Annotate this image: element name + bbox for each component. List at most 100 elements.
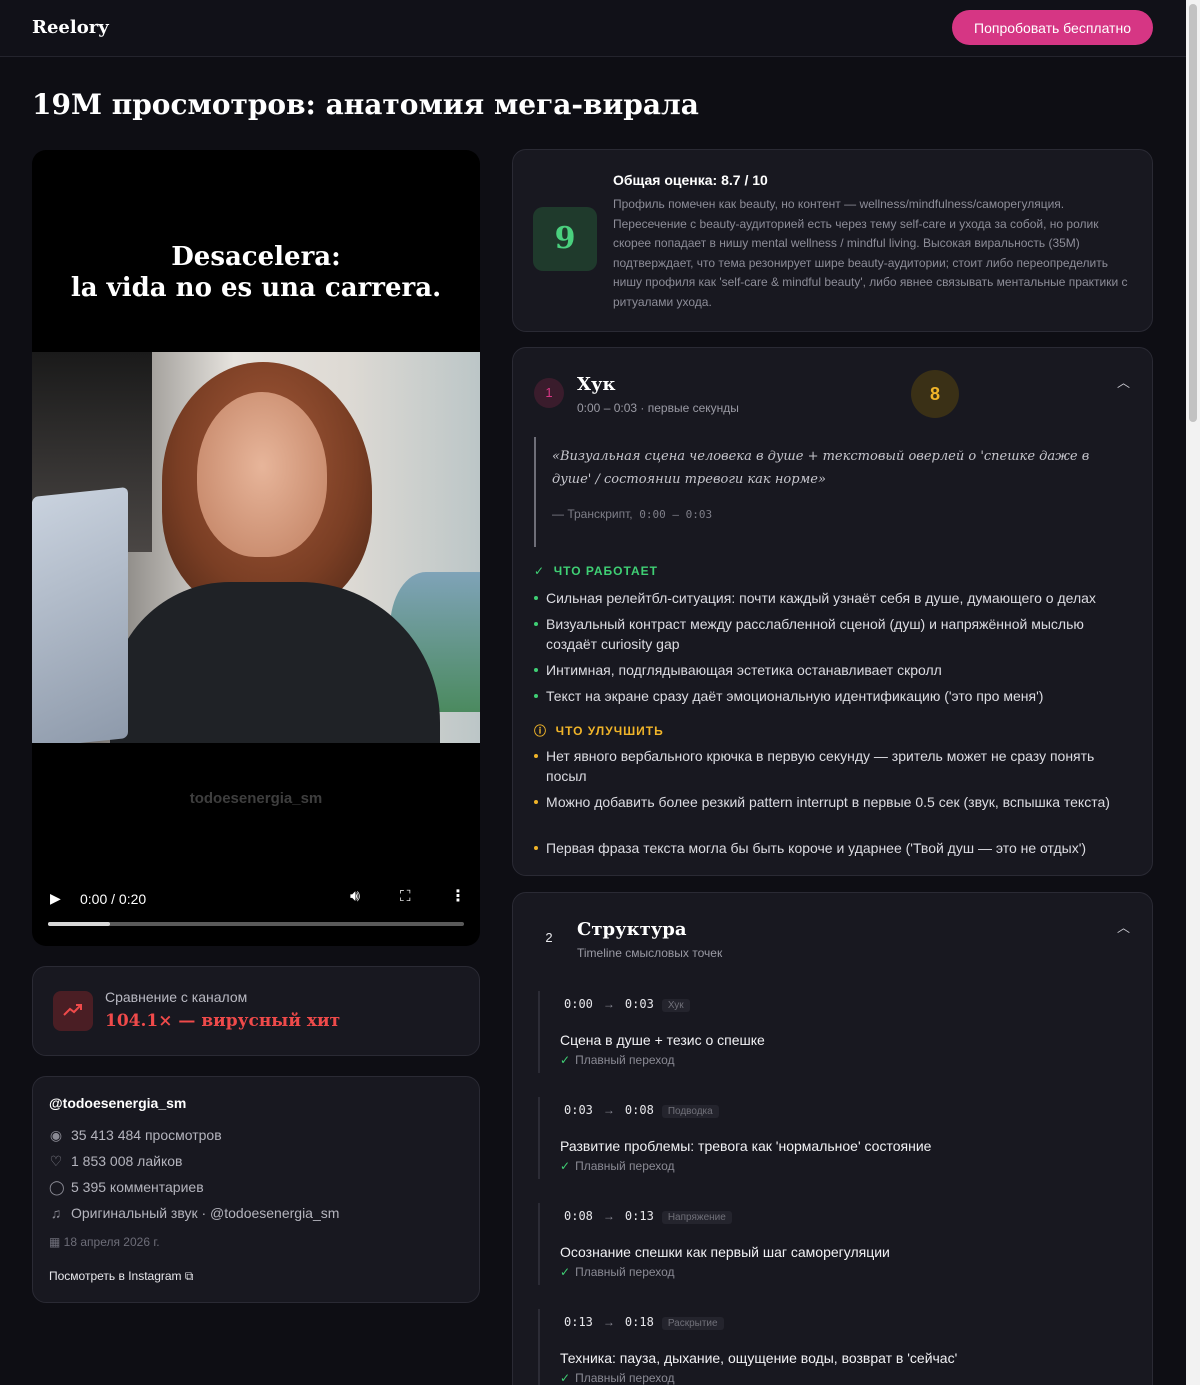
list-item: Визуальный контраст между расслабленной … xyxy=(534,614,1134,654)
section-subtitle: 0:00 – 0:03 · первые секунды xyxy=(577,401,739,415)
publish-date: ▦ 18 апреля 2026 г. xyxy=(49,1235,160,1249)
channel-comparison-card: Сравнение с каналом 104.1× — вирусный хи… xyxy=(32,966,480,1056)
timeline-tag: Раскрытие xyxy=(661,1317,724,1330)
video-progress-fill xyxy=(48,922,111,926)
chevron-up-icon[interactable]: ︿ xyxy=(1117,917,1130,936)
timeline-item-title: Техника: пауза, дыхание, ощущение воды, … xyxy=(560,1350,958,1366)
timeline-times: 0:00 → 0:03 Хук xyxy=(564,997,690,1012)
frame-person-face xyxy=(197,392,327,557)
time-to: 0:03 xyxy=(624,997,654,1011)
warning-icon: ⓘ xyxy=(534,724,556,738)
timeline-tag: Подводка xyxy=(661,1105,719,1118)
timeline-transition: ✓ Плавный переход xyxy=(560,1053,675,1067)
frame-person-body xyxy=(110,582,440,743)
timeline-transition: ✓ Плавный переход xyxy=(560,1159,675,1173)
timeline-line xyxy=(538,1097,540,1179)
time-to: 0:13 xyxy=(624,1209,654,1223)
timeline-line xyxy=(538,1309,540,1385)
timeline-tag: Напряжение xyxy=(661,1211,732,1224)
play-icon[interactable]: ▶ xyxy=(50,890,64,906)
video-frame xyxy=(32,352,480,743)
video-caption: Desacelera: la vida no es una carrera. xyxy=(32,242,480,304)
check-icon: ✓ xyxy=(560,1159,571,1173)
comparison-label: Сравнение с каналом xyxy=(105,989,248,1005)
transition-label: Плавный переход xyxy=(575,1053,675,1067)
profile-card: @todoesenergia_sm ◉ 35 413 484 просмотров… xyxy=(32,1076,480,1303)
timeline-tag: Хук xyxy=(661,999,690,1012)
profile-handle[interactable]: @todoesenergia_sm xyxy=(49,1095,186,1111)
more-icon[interactable]: ⋮ xyxy=(450,886,466,906)
video-player[interactable]: Desacelera: la vida no es una carrera. t… xyxy=(32,150,480,946)
quote-source-label: — Транскрипт, xyxy=(552,507,633,521)
timeline-line xyxy=(538,991,540,1073)
quote-text: «Визуальная сцена человека в душе + текс… xyxy=(552,449,1090,487)
time-from: 0:00 xyxy=(564,997,593,1011)
likes-stat: ♡ 1 853 008 лайков xyxy=(49,1153,183,1170)
calendar-icon: ▦ xyxy=(49,1235,64,1249)
section-title: Структура xyxy=(577,919,687,940)
likes-value: 1 853 008 лайков xyxy=(71,1153,183,1169)
hook-score-badge: 8 xyxy=(911,370,959,418)
top-bar: Reelory Попробовать бесплатно xyxy=(0,0,1200,57)
comments-value: 5 395 комментариев xyxy=(71,1179,204,1195)
external-link-icon[interactable]: ⧉ xyxy=(185,1269,194,1283)
overall-score-title: Общая оценка: 8.7 / 10 xyxy=(613,172,768,188)
comments-stat: ◯ 5 395 комментариев xyxy=(49,1179,204,1196)
what-works-heading: ✓ ЧТО РАБОТАЕТ xyxy=(534,564,658,578)
views-stat: ◉ 35 413 484 просмотров xyxy=(49,1127,222,1144)
time-from: 0:13 xyxy=(564,1315,593,1329)
transition-label: Плавный переход xyxy=(575,1265,675,1279)
arrow-icon: → xyxy=(602,1103,615,1117)
comparison-value: 104.1× — вирусный хит xyxy=(105,1011,341,1031)
try-free-button[interactable]: Попробовать бесплатно xyxy=(952,10,1153,45)
comment-icon: ◯ xyxy=(49,1179,65,1195)
timeline-times: 0:03 → 0:08 Подводка xyxy=(564,1103,719,1118)
overall-score-card: 9 Общая оценка: 8.7 / 10 Профиль помечен… xyxy=(512,149,1153,332)
frame-laptop xyxy=(32,486,128,743)
timeline-line xyxy=(538,1203,540,1285)
audio-stat: ♫ Оригинальный звук · @todoesenergia_sm xyxy=(49,1205,340,1221)
section-number: 1 xyxy=(534,378,564,408)
section-number: 2 xyxy=(545,930,553,945)
overall-score-text: Профиль помечен как beauty, но контент —… xyxy=(613,197,1128,309)
list-item: Интимная, подглядывающая эстетика остана… xyxy=(534,660,1134,680)
section-title: Хук xyxy=(577,374,616,395)
timeline-item-title: Осознание спешки как первый шаг саморегу… xyxy=(560,1244,890,1260)
arrow-icon: → xyxy=(602,997,615,1011)
time-from: 0:08 xyxy=(564,1209,593,1223)
logo[interactable]: Reelory xyxy=(32,17,109,38)
trend-up-icon xyxy=(53,991,93,1031)
quote-time: 0:00 – 0:03 xyxy=(639,508,713,521)
timeline-item-title: Развитие проблемы: тревога как 'нормальн… xyxy=(560,1138,932,1154)
video-progress-bar[interactable] xyxy=(48,922,464,926)
heart-icon: ♡ xyxy=(49,1153,63,1169)
check-icon: ✓ xyxy=(560,1265,571,1279)
music-icon: ♫ xyxy=(50,1205,62,1221)
transcript-quote: «Визуальная сцена человека в душе + текс… xyxy=(534,437,1124,547)
video-caption-line1: Desacelera: xyxy=(171,242,341,272)
date-value: 18 апреля 2026 г. xyxy=(63,1235,160,1249)
section-subtitle: Timeline смысловых точек xyxy=(577,946,723,960)
instagram-link-label[interactable]: Посмотреть в Instagram xyxy=(49,1269,182,1283)
check-icon: ✓ xyxy=(560,1053,571,1067)
volume-icon[interactable]: 🔊︎ xyxy=(350,888,360,906)
hook-section: 1 Хук 0:00 – 0:03 · первые секунды 8 ︿ «… xyxy=(512,347,1153,876)
instagram-link[interactable]: Посмотреть в Instagram ⧉ xyxy=(49,1269,193,1284)
check-icon: ✓ xyxy=(560,1371,571,1385)
views-value: 35 413 484 просмотров xyxy=(71,1127,222,1143)
list-item: Текст на экране сразу даёт эмоциональную… xyxy=(534,686,1134,706)
fullscreen-icon[interactable]: ⛶ xyxy=(400,888,411,905)
scrollbar-thumb[interactable] xyxy=(1189,4,1197,422)
video-time: 0:00 / 0:20 xyxy=(80,891,147,907)
what-to-improve-label: ЧТО УЛУЧШИТЬ xyxy=(555,724,664,738)
list-item: Первая фраза текста могла бы быть короче… xyxy=(534,838,1134,858)
timeline-item-title: Сцена в душе + тезис о спешке xyxy=(560,1032,765,1048)
page-title: 19M просмотров: анатомия мега-вирала xyxy=(32,88,699,121)
eye-icon: ◉ xyxy=(49,1127,63,1143)
time-from: 0:03 xyxy=(564,1103,593,1117)
quote-source: — Транскрипт, 0:00 – 0:03 xyxy=(552,507,1124,521)
timeline-times: 0:13 → 0:18 Раскрытие xyxy=(564,1315,724,1330)
chevron-up-icon[interactable]: ︿ xyxy=(1117,372,1130,391)
what-to-improve-heading: ⓘ ЧТО УЛУЧШИТЬ xyxy=(534,722,664,739)
list-item: Нет явного вербального крючка в первую с… xyxy=(534,746,1134,786)
